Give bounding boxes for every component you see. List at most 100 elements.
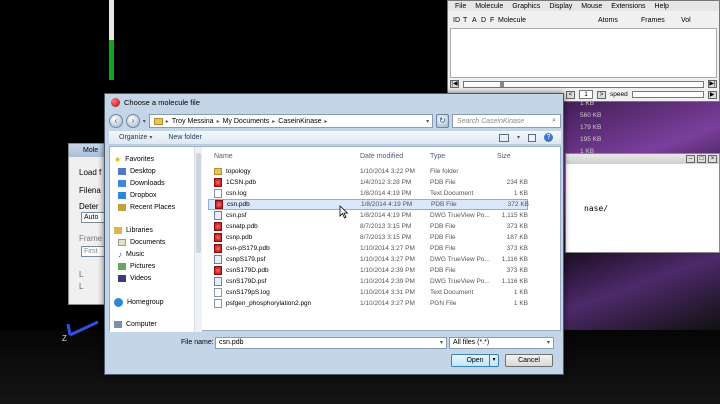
file-row[interactable]: topology 1/10/2014 3:22 PM File folder (208, 166, 528, 177)
terminal-titlebar: – □ × (566, 154, 719, 164)
search-icon[interactable]: ⌕ (552, 117, 556, 125)
file-row[interactable]: csnpS179.psf 1/10/2014 3:27 PM DWG TrueV… (208, 254, 528, 265)
file-row[interactable]: csn-pS179.pdb 1/10/2014 3:27 PM PDB File… (208, 243, 528, 254)
nav-music[interactable]: ♪ Music (118, 249, 144, 259)
breadcrumb-documents[interactable]: My Documents (223, 118, 270, 125)
file-row[interactable]: csn.log 1/8/2014 4:19 PM Text Document 1… (208, 188, 528, 199)
breadcrumb-user[interactable]: Troy Messina (172, 118, 214, 125)
file-size: 1,116 KB (501, 256, 528, 263)
view-dropdown-icon[interactable]: ▾ (517, 134, 520, 141)
speed-slider[interactable] (631, 91, 704, 98)
terminal-text: nase/ (584, 204, 609, 213)
step-back-button[interactable]: < (566, 90, 575, 99)
col-id: ID (453, 17, 460, 24)
frame-input[interactable]: 1 (579, 90, 593, 99)
file-row[interactable]: csnS179pS.log 1/10/2014 3:31 PM Text Doc… (208, 287, 528, 298)
breadcrumb-caseinkinase[interactable]: CaseinKinase (278, 118, 321, 125)
refresh-icon[interactable]: ↻ (436, 114, 449, 128)
col-d: D (481, 17, 487, 24)
filename-dropdown-icon[interactable]: ▾ (440, 339, 443, 346)
menu-mouse[interactable]: Mouse (581, 3, 602, 10)
preview-pane-icon[interactable] (528, 133, 536, 142)
file-type: Text Document (430, 190, 474, 197)
header-date[interactable]: Date modified (360, 153, 403, 160)
breadcrumb[interactable]: ▸ Troy Messina ▸ My Documents ▸ CaseinKi… (148, 114, 434, 128)
nav-label: Dropbox (130, 191, 157, 199)
header-name[interactable]: Name (214, 153, 233, 160)
menu-help[interactable]: Help (655, 3, 669, 10)
file-name: 1CSN.pdb (226, 179, 256, 186)
nav-documents[interactable]: Documents (118, 237, 165, 247)
help-icon[interactable]: ? (544, 133, 553, 142)
file-row[interactable]: 1CSN.pdb 1/4/2012 3:28 PM PDB File 234 K… (208, 177, 528, 188)
file-type: PDB File (430, 234, 456, 241)
open-label: Open (466, 357, 484, 364)
cancel-button[interactable]: Cancel (505, 354, 553, 367)
downloads-icon (118, 179, 126, 187)
file-row[interactable]: csn.psf 1/8/2014 4:19 PM DWG TrueView Po… (208, 210, 528, 221)
nav-computer[interactable]: Computer (114, 319, 157, 329)
search-input[interactable]: Search CaseinKinase ⌕ (451, 114, 561, 128)
step-forward-button[interactable]: > (597, 90, 606, 99)
minimize-icon[interactable]: – (686, 155, 695, 163)
forward-icon[interactable]: › (125, 114, 140, 128)
nav-desktop[interactable]: Desktop (118, 166, 156, 176)
menu-file[interactable]: File (455, 3, 466, 10)
filetype-dropdown-icon[interactable]: ▾ (547, 339, 550, 346)
filename-value: csn.pdb (219, 339, 244, 346)
nav-favorites[interactable]: ★ Favorites (114, 154, 154, 164)
load-radio-2[interactable]: L (79, 282, 83, 291)
file-type: PDB File (430, 267, 456, 274)
file-row-selected[interactable]: csn.pdb 1/8/2014 4:19 PM PDB File 372 KB (208, 199, 529, 210)
organize-button[interactable]: Organize ▾ (119, 134, 152, 141)
determine-label: Deter (79, 202, 99, 211)
file-name: csnpS179.psf (226, 256, 266, 263)
nav-videos[interactable]: Videos (118, 273, 151, 283)
filetype-select[interactable]: All files (*.*) ▾ (449, 337, 554, 349)
menu-molecule[interactable]: Molecule (475, 3, 503, 10)
frame-slider[interactable] (463, 80, 704, 88)
header-size[interactable]: Size (497, 153, 511, 160)
file-date: 8/7/2013 3:15 PM (360, 234, 412, 241)
close-icon[interactable]: × (708, 155, 717, 163)
nav-downloads[interactable]: Downloads (118, 178, 165, 188)
file-name: csnp.pdb (226, 234, 253, 241)
first-frame-button[interactable]: |◀ (450, 80, 459, 88)
recent-dropdown-icon[interactable]: ▾ (143, 118, 146, 125)
new-folder-button[interactable]: New folder (168, 134, 201, 141)
pgn-file-icon (214, 299, 222, 308)
nav-scrollbar[interactable] (194, 147, 202, 332)
open-dropdown-icon[interactable]: ▾ (489, 355, 498, 366)
loop-button[interactable]: ▶ (707, 90, 717, 99)
dialog-title: Choose a molecule file (124, 97, 200, 107)
back-icon[interactable]: ‹ (109, 114, 123, 128)
file-row[interactable]: csnp.pdb 8/7/2013 3:15 PM PDB File 187 K… (208, 232, 528, 243)
filename-label: File name: (181, 339, 214, 346)
file-row[interactable]: csnatp.pdb 8/7/2013 3:15 PM PDB File 373… (208, 221, 528, 232)
file-row[interactable]: csnS179D.psf 1/10/2014 2:39 PM DWG TrueV… (208, 276, 528, 287)
address-dropdown-icon[interactable]: ▾ (426, 118, 432, 125)
menu-extensions[interactable]: Extensions (611, 3, 645, 10)
nav-homegroup[interactable]: Homegroup (114, 297, 164, 307)
vmd-menubar: File Molecule Graphics Display Mouse Ext… (448, 1, 719, 11)
molecule-list[interactable] (450, 28, 717, 78)
file-size: 1 KB (513, 289, 528, 296)
open-button[interactable]: Open ▾ (451, 354, 499, 367)
menu-graphics[interactable]: Graphics (512, 3, 540, 10)
search-placeholder: Search CaseinKinase (456, 117, 525, 125)
nav-recent-places[interactable]: Recent Places (118, 202, 175, 212)
menu-display[interactable]: Display (549, 3, 572, 10)
file-name: csn.log (226, 190, 247, 197)
file-row[interactable]: psfgen_phosphorylation2.pgn 1/10/2014 3:… (208, 298, 528, 309)
last-frame-button[interactable]: ▶| (708, 80, 717, 88)
nav-libraries[interactable]: Libraries (114, 225, 153, 235)
header-type[interactable]: Type (430, 153, 445, 160)
view-options-icon[interactable] (498, 133, 509, 142)
file-row[interactable]: csnS179D.pdb 1/10/2014 2:39 PM PDB File … (208, 265, 528, 276)
filename-input[interactable]: csn.pdb ▾ (215, 337, 447, 349)
nav-pictures[interactable]: Pictures (118, 261, 155, 271)
load-radio-1[interactable]: L (79, 270, 83, 279)
axis-y-indicator (104, 0, 118, 80)
maximize-icon[interactable]: □ (697, 155, 706, 163)
nav-dropbox[interactable]: Dropbox (118, 190, 156, 200)
